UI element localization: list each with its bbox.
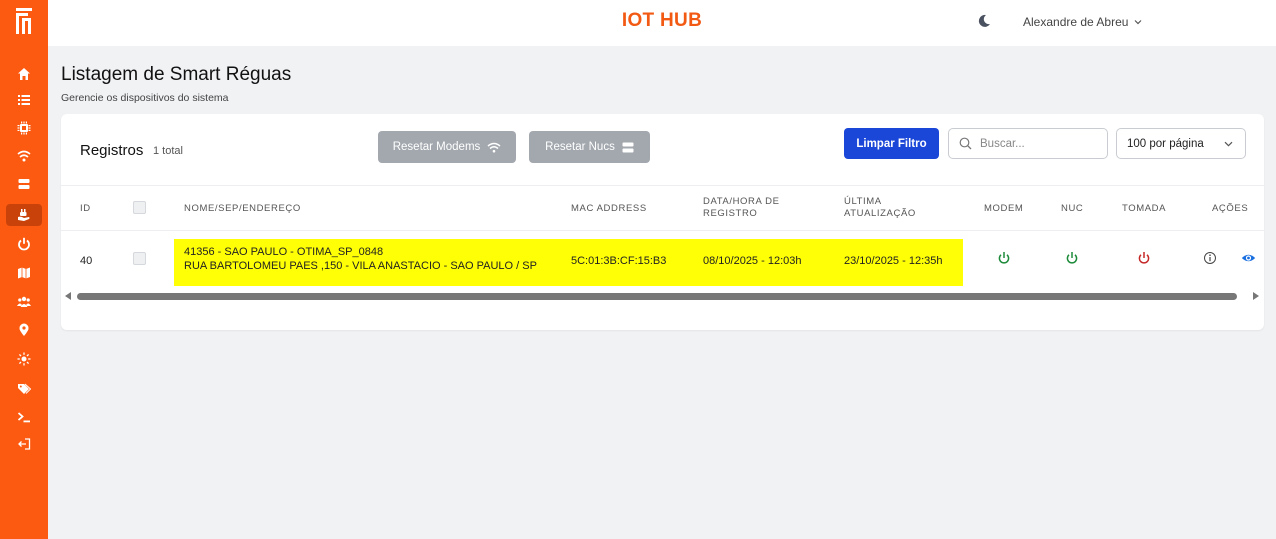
sidebar-item-terminal[interactable] [6, 406, 42, 428]
user-menu[interactable]: Alexandre de Abreu [1023, 15, 1142, 29]
column-header-id[interactable]: ID [80, 203, 91, 215]
column-header-registered[interactable]: DATA/HORA DE REGISTRO [703, 196, 780, 220]
user-name: Alexandre de Abreu [1023, 15, 1129, 29]
sidebar-item-wifi[interactable] [6, 145, 42, 167]
sidebar-item-locations[interactable] [6, 319, 42, 341]
column-header-registered-line1: DATA/HORA DE [703, 196, 780, 207]
location-pin-icon [19, 323, 29, 336]
list-icon [18, 95, 30, 105]
column-header-updated[interactable]: ÚLTIMA ATUALIZAÇÃO [844, 196, 916, 220]
eye-icon[interactable] [1241, 251, 1256, 265]
logo-icon [16, 8, 32, 34]
sidebar-item-logout[interactable] [6, 433, 42, 455]
search-field[interactable] [948, 128, 1108, 159]
row-updated: 23/10/2025 - 12:35h [844, 255, 943, 267]
registros-count: 1 total [153, 145, 183, 157]
app-logo[interactable] [11, 6, 37, 36]
server-icon [622, 142, 634, 152]
column-header-acoes: AÇÕES [1212, 203, 1249, 214]
per-page-value: 100 por página [1127, 137, 1204, 150]
search-icon [959, 137, 972, 150]
sidebar-item-servers[interactable] [6, 173, 42, 195]
sidebar-item-smart-reguas[interactable] [6, 204, 42, 226]
tomada-power-off-icon[interactable] [1137, 251, 1151, 265]
info-icon[interactable] [1203, 251, 1217, 265]
wifi-icon [17, 150, 31, 162]
row-name: 41356 - SAO PAULO - OTIMA_SP_0848 [184, 246, 384, 258]
column-header-updated-line1: ÚLTIMA [844, 196, 882, 207]
per-page-select[interactable]: 100 por página [1116, 128, 1246, 159]
row-name-cell: 41356 - SAO PAULO - OTIMA_SP_0848 RUA BA… [184, 245, 537, 273]
row-checkbox[interactable] [133, 252, 146, 265]
top-bar: IOT HUB Alexandre de Abreu [48, 0, 1276, 46]
modem-power-on-icon[interactable] [997, 251, 1011, 265]
row-registered: 08/10/2025 - 12:03h [703, 255, 802, 267]
horizontal-scrollbar[interactable] [61, 289, 1264, 303]
sidebar-item-power[interactable] [6, 233, 42, 255]
map-icon [18, 267, 30, 279]
power-icon [18, 237, 30, 251]
sidebar-item-sun[interactable] [6, 348, 42, 370]
logout-icon [18, 438, 31, 450]
users-icon [17, 296, 31, 307]
clear-filter-button[interactable]: Limpar Filtro [844, 128, 939, 159]
sidebar-item-users[interactable] [6, 291, 42, 313]
sidebar-item-tags[interactable] [6, 377, 42, 399]
reset-nucs-label: Resetar Nucs [545, 141, 615, 153]
search-input[interactable] [980, 137, 1090, 150]
column-header-name[interactable]: NOME/SEP/ENDEREÇO [184, 203, 301, 215]
plug-hand-icon [18, 209, 30, 221]
dark-mode-toggle-icon[interactable] [976, 13, 992, 29]
server-icon [18, 179, 30, 189]
reset-modems-button[interactable]: Resetar Modems [378, 131, 516, 163]
sidebar-item-map[interactable] [6, 262, 42, 284]
column-header-mac[interactable]: MAC ADDRESS [571, 203, 647, 215]
chip-icon [17, 121, 31, 135]
reset-modems-label: Resetar Modems [392, 141, 481, 153]
chevron-down-icon [1134, 20, 1142, 25]
sidebar-item-list[interactable] [6, 89, 42, 111]
reset-nucs-button[interactable]: Resetar Nucs [529, 131, 650, 163]
terminal-icon [17, 412, 30, 423]
row-id: 40 [80, 255, 93, 267]
scrollbar-thumb[interactable] [77, 293, 1237, 300]
scroll-left-arrow[interactable] [65, 292, 71, 300]
select-all-checkbox[interactable] [133, 201, 146, 214]
page-subtitle: Gerencie os dispositivos do sistema [61, 92, 229, 104]
home-icon [18, 68, 30, 80]
registros-title: Registros [80, 142, 144, 159]
sidebar-item-devices[interactable] [6, 117, 42, 139]
wifi-icon [487, 142, 501, 152]
column-header-tomada[interactable]: TOMADA [1122, 203, 1166, 215]
row-mac: 5C:01:3B:CF:15:B3 [571, 255, 667, 267]
sidebar [0, 0, 48, 539]
nuc-power-on-icon[interactable] [1065, 251, 1079, 265]
tags-icon [18, 383, 31, 394]
scroll-right-arrow[interactable] [1253, 292, 1259, 300]
page-title: Listagem de Smart Réguas [61, 64, 292, 85]
sidebar-item-home[interactable] [6, 63, 42, 85]
row-address: RUA BARTOLOMEU PAES ,150 - VILA ANASTACI… [184, 260, 537, 272]
table-header: ID NOME/SEP/ENDEREÇO MAC ADDRESS DATA/HO… [61, 185, 1264, 231]
sun-icon [17, 352, 31, 366]
column-header-modem[interactable]: MODEM [984, 203, 1023, 215]
column-header-nuc[interactable]: NUC [1061, 203, 1083, 215]
chevron-down-icon [1224, 141, 1233, 147]
column-header-updated-line2: ATUALIZAÇÃO [844, 208, 916, 219]
registros-card: Registros 1 total Resetar Modems Resetar… [61, 114, 1264, 330]
column-header-registered-line2: REGISTRO [703, 208, 758, 219]
table-row[interactable]: 40 41356 - SAO PAULO - OTIMA_SP_0848 RUA… [61, 231, 1264, 289]
